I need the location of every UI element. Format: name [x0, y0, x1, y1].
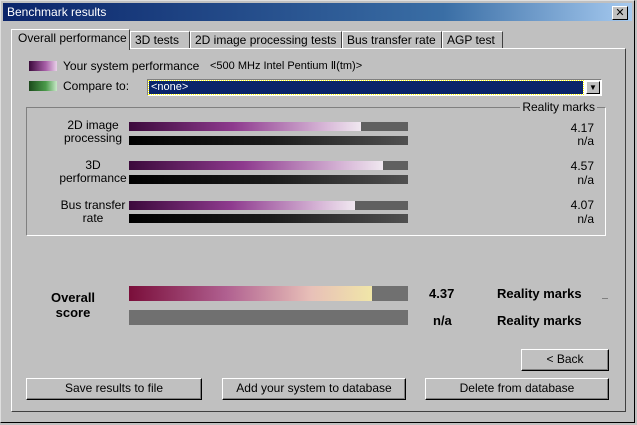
- label-line: score: [55, 305, 91, 320]
- window-title: Benchmark results: [7, 5, 107, 19]
- tab-2d-image-processing-tests[interactable]: 2D image processing tests: [190, 31, 342, 49]
- bar-fill: [129, 201, 355, 210]
- dropdown-arrow-button[interactable]: ▼: [586, 81, 600, 94]
- tab-label: 3D tests: [135, 33, 180, 47]
- category-label-bus: Bus transfer rate: [49, 199, 137, 225]
- label-line: processing: [63, 131, 123, 145]
- compare-value-2d: n/a: [577, 134, 594, 148]
- compare-swatch: [29, 81, 57, 91]
- system-value-3d: 4.57: [570, 159, 594, 173]
- tab-label: 2D image processing tests: [195, 33, 337, 47]
- category-label-3d: 3D performance: [49, 159, 137, 185]
- save-results-button[interactable]: Save results to file: [26, 378, 202, 400]
- add-system-button[interactable]: Add your system to database: [222, 378, 406, 400]
- system-value-bus: 4.07: [570, 198, 594, 212]
- tab-bus-transfer-rate[interactable]: Bus transfer rate: [342, 31, 442, 49]
- group-title: Reality marks: [520, 100, 597, 114]
- title-bar: Benchmark results ✕: [3, 3, 632, 21]
- bar-fill: [129, 286, 372, 301]
- overall-compare-bar: [129, 310, 408, 325]
- label-line: performance: [59, 171, 127, 185]
- tab-label: Overall performance: [18, 31, 127, 45]
- bar-fill: [129, 122, 361, 131]
- compare-bar-3d: [129, 175, 408, 184]
- compare-to-value: <none>: [148, 80, 584, 95]
- tab-label: AGP test: [447, 33, 495, 47]
- compare-value-bus: n/a: [577, 212, 594, 226]
- compare-to-select[interactable]: <none> ▼: [147, 79, 602, 96]
- tab-agp-test[interactable]: AGP test: [442, 31, 503, 49]
- divider: [602, 298, 608, 299]
- tab-label: Bus transfer rate: [347, 33, 436, 47]
- system-bar-bus: [129, 201, 408, 210]
- compare-to-label: Compare to:: [63, 79, 130, 93]
- category-label-2d: 2D image processing: [49, 119, 137, 145]
- chevron-down-icon: ▼: [589, 83, 597, 92]
- benchmark-results-window: Benchmark results ✕ Overall performance …: [0, 0, 635, 423]
- system-bar-3d: [129, 161, 408, 170]
- compare-value-3d: n/a: [577, 173, 594, 187]
- bar-fill: [129, 161, 383, 170]
- close-button[interactable]: ✕: [612, 6, 628, 20]
- overall-system-bar: [129, 286, 408, 301]
- overall-system-unit: Reality marks: [497, 286, 582, 301]
- tab-3d-tests[interactable]: 3D tests: [130, 31, 190, 49]
- overall-score-label: Overall score: [41, 290, 105, 320]
- system-performance-label: Your system performance: [63, 59, 200, 73]
- back-button[interactable]: < Back: [521, 349, 609, 371]
- tab-overall-performance[interactable]: Overall performance: [11, 29, 130, 50]
- delete-from-database-button[interactable]: Delete from database: [425, 378, 609, 400]
- system-bar-2d: [129, 122, 408, 131]
- compare-bar-bus: [129, 214, 408, 223]
- system-swatch: [29, 61, 57, 71]
- system-name: <500 MHz Intel Pentium Ⅱ(tm)>: [210, 60, 363, 72]
- label-line: Overall: [50, 290, 96, 305]
- label-line: rate: [82, 211, 104, 225]
- overall-compare-value: n/a: [433, 313, 452, 328]
- overall-system-value: 4.37: [429, 286, 455, 301]
- compare-bar-2d: [129, 136, 408, 145]
- overall-compare-unit: Reality marks: [497, 313, 582, 328]
- close-icon: ✕: [615, 6, 625, 19]
